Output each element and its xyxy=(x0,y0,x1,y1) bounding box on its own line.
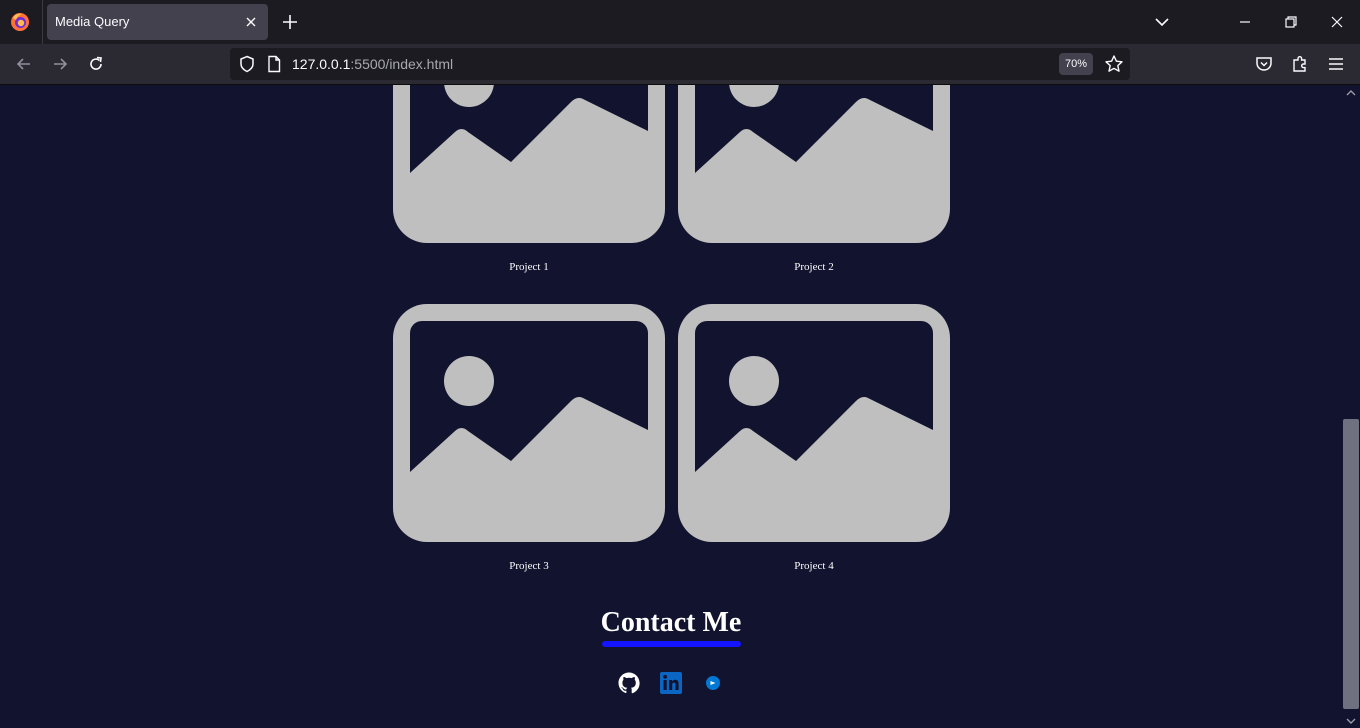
new-tab-icon[interactable] xyxy=(280,12,300,32)
restore-icon[interactable] xyxy=(1281,12,1301,32)
page-content: Project 1 Project 2 Project 3 Project 4 … xyxy=(0,85,1342,728)
back-arrow-icon[interactable] xyxy=(14,54,34,74)
github-icon[interactable] xyxy=(617,671,641,695)
project-card[interactable] xyxy=(678,85,950,243)
linkedin-icon[interactable] xyxy=(659,671,683,695)
project-label: Project 2 xyxy=(794,261,834,273)
tab-separator xyxy=(42,0,43,44)
project-card[interactable] xyxy=(393,304,665,542)
close-tab-icon[interactable] xyxy=(244,15,258,29)
chevron-down-icon[interactable] xyxy=(1152,12,1172,32)
contact-heading: Contact Me xyxy=(600,607,742,638)
image-placeholder-icon xyxy=(393,304,665,542)
shield-icon[interactable] xyxy=(238,55,256,73)
project-label: Project 3 xyxy=(509,560,549,572)
image-placeholder-icon xyxy=(678,85,950,243)
address-bar[interactable]: 127.0.0.1:5500/index.html 70% xyxy=(230,48,1130,80)
heading-underline xyxy=(602,641,741,647)
project-label: Project 1 xyxy=(509,261,549,273)
image-placeholder-icon xyxy=(393,85,665,243)
url-host: 127.0.0.1 xyxy=(292,56,351,72)
star-icon[interactable] xyxy=(1104,54,1124,74)
image-placeholder-icon xyxy=(678,304,950,542)
project-label: Project 4 xyxy=(794,560,834,572)
scroll-down-arrow-icon[interactable] xyxy=(1345,716,1357,726)
minimize-icon[interactable] xyxy=(1235,12,1255,32)
tab-title: Media Query xyxy=(55,14,130,29)
extensions-icon[interactable] xyxy=(1290,54,1310,74)
navigation-toolbar: 127.0.0.1:5500/index.html 70% xyxy=(0,44,1360,85)
close-window-icon[interactable] xyxy=(1327,12,1347,32)
firefox-logo-icon[interactable] xyxy=(10,12,30,32)
page-icon[interactable] xyxy=(266,55,282,73)
project-card[interactable] xyxy=(393,85,665,243)
url-path: :5500/index.html xyxy=(350,56,454,72)
url-text[interactable]: 127.0.0.1:5500/index.html xyxy=(292,56,453,72)
pocket-icon[interactable] xyxy=(1254,54,1274,74)
forward-arrow-icon[interactable] xyxy=(50,54,70,74)
scrollbar-thumb[interactable] xyxy=(1343,419,1359,709)
zoom-level-button[interactable]: 70% xyxy=(1059,53,1093,75)
scroll-up-arrow-icon[interactable] xyxy=(1345,88,1357,98)
email-icon[interactable] xyxy=(701,671,725,695)
tab-media-query[interactable]: Media Query xyxy=(47,4,268,40)
menu-icon[interactable] xyxy=(1326,54,1346,74)
project-card[interactable] xyxy=(678,304,950,542)
tab-strip: Media Query xyxy=(0,0,1360,44)
reload-icon[interactable] xyxy=(86,54,106,74)
